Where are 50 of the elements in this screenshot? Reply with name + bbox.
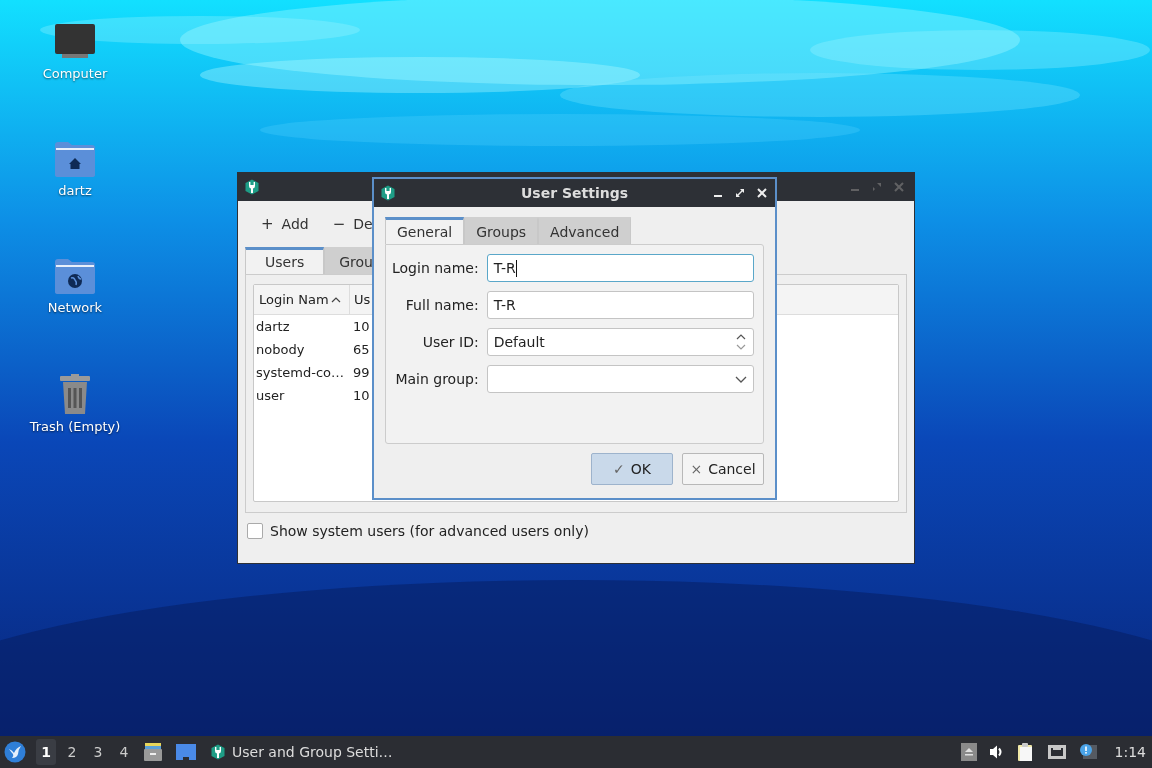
chevron-down-icon[interactable] <box>735 375 747 383</box>
tab[interactable]: General <box>385 217 465 244</box>
notification-icon[interactable] <box>1078 743 1097 761</box>
table-cell-text: nobody <box>255 342 306 357</box>
taskbar-task-button[interactable]: User and Group Setti… <box>206 744 397 760</box>
table-cell-text: 10 <box>352 388 371 403</box>
table-cell-text: 99 <box>352 365 371 380</box>
field-label: Main group: <box>394 371 479 387</box>
desktop-icon-label[interactable]: Network <box>47 300 103 315</box>
network-port-icon[interactable] <box>1046 744 1067 760</box>
workspace-button[interactable]: 2 <box>62 739 82 765</box>
input-field[interactable]: T-R <box>486 291 754 319</box>
workspace-button[interactable]: 1 <box>36 739 56 765</box>
dialog-button[interactable]: × Cancel <box>682 453 764 485</box>
tab[interactable]: Users <box>245 247 325 274</box>
file-cabinet-icon[interactable] <box>143 742 163 762</box>
input-field[interactable]: T-R <box>486 254 754 282</box>
workspace-button[interactable]: 4 <box>114 739 134 765</box>
network-folder-icon[interactable] <box>54 256 96 296</box>
checkbox[interactable] <box>247 523 263 539</box>
clock[interactable]: 1:14 <box>1114 744 1146 760</box>
app-icon <box>244 179 260 195</box>
text-cursor <box>515 259 517 277</box>
start-menu-icon[interactable] <box>4 741 26 763</box>
app-icon <box>380 185 396 201</box>
table-cell-text: 65 <box>352 342 371 357</box>
column-header[interactable]: Login Nam <box>254 285 350 314</box>
desktop-icon[interactable] <box>175 743 197 761</box>
clipboard-icon[interactable] <box>1016 742 1035 762</box>
tab[interactable]: Advanced <box>538 217 632 244</box>
dialog-button[interactable]: ✓ OK <box>591 453 673 485</box>
tab[interactable]: Groups <box>464 217 539 244</box>
home-folder-icon[interactable] <box>54 139 96 179</box>
checkbox-label[interactable]: Show system users (for advanced users only) <box>270 523 589 539</box>
field-label: User ID: <box>421 334 479 350</box>
spin-box[interactable]: Default <box>486 328 754 356</box>
table-cell-text: 10 <box>352 319 371 334</box>
maximize-icon[interactable] <box>735 188 745 198</box>
table-cell-text: dartz <box>255 319 291 334</box>
column-header[interactable]: Us <box>350 285 376 314</box>
window-title: User Settings <box>520 185 629 201</box>
workspace-button[interactable]: 3 <box>88 739 108 765</box>
eject-icon[interactable] <box>960 743 977 761</box>
field-label: Login name: <box>392 260 479 276</box>
table-cell-text: systemd-co… <box>255 365 346 380</box>
desktop-icon-label[interactable]: Trash (Empty) <box>29 419 121 434</box>
toolbar-button[interactable]: + Add <box>255 211 315 237</box>
app-icon <box>210 744 226 760</box>
table-cell-text: user <box>255 388 286 403</box>
field-label: Full name: <box>404 297 479 313</box>
